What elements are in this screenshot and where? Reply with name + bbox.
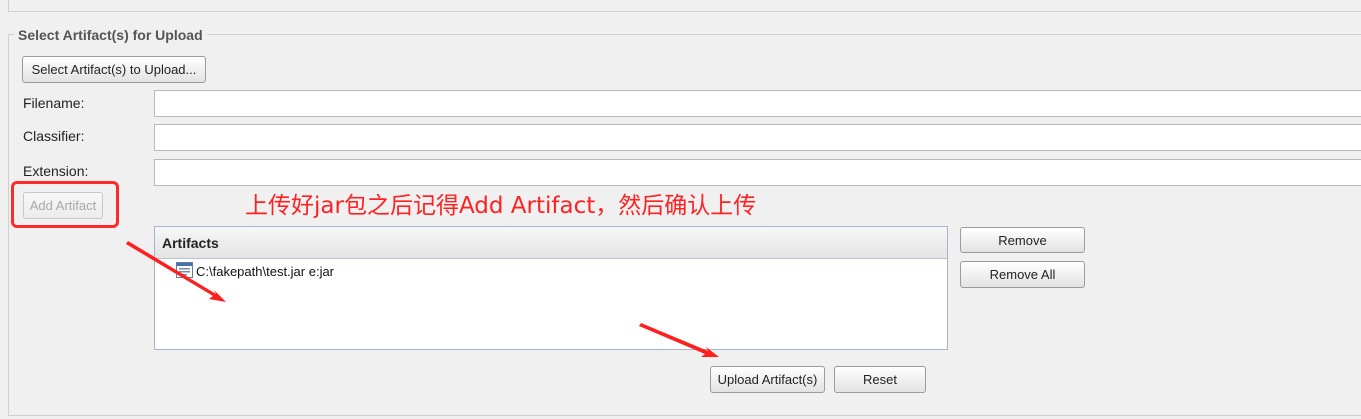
red-arrows: [126, 241, 719, 357]
arrow-to-upload-icon: [639, 323, 719, 357]
arrow-to-list-icon: [126, 241, 226, 302]
